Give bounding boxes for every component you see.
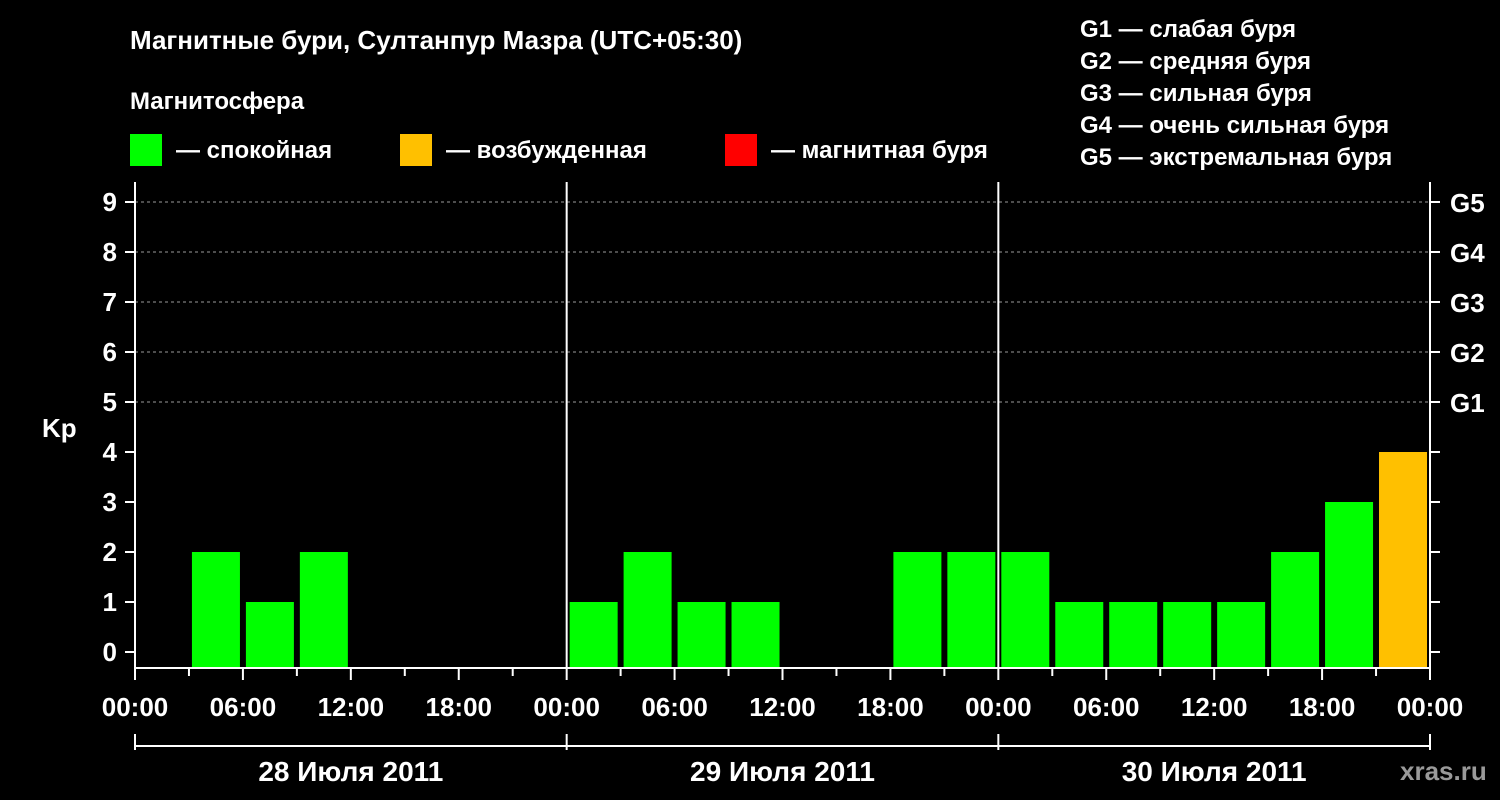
y-axis-label: Kp [42,413,77,443]
x-tick-label-12: 00:00 [1397,692,1464,722]
bar-19 [1163,602,1212,668]
legend-label-active: — возбужденная [446,137,647,164]
y-tick-label-8: 8 [103,237,117,267]
legend-swatch-quiet [130,134,162,166]
day-label-2: 30 Июля 2011 [1122,756,1307,787]
g-label-G2: G2 [1450,338,1485,368]
grid [135,201,1430,403]
x-tick-label-0: 00:00 [102,692,169,722]
y-tick-label-7: 7 [103,287,117,317]
x-tick-label-3: 18:00 [426,692,493,722]
day-labels: 28 Июля 2011 29 Июля 2011 30 Июля 2011 [134,734,1431,787]
x-tick-label-11: 18:00 [1289,692,1356,722]
watermark: xras.ru [1400,756,1487,786]
bar-8 [569,602,618,668]
bar-10 [677,602,726,668]
storm-scale-g4: G4 — очень сильная буря [1080,112,1389,139]
legend-swatch-active [400,134,432,166]
x-tick-label-7: 18:00 [857,692,924,722]
legend-quiet: — спокойная [130,134,332,166]
bar-3 [299,552,348,668]
x-tick-label-10: 12:00 [1181,692,1248,722]
storm-scale-g5: G5 — экстремальная буря [1080,144,1392,171]
y-tick-label-1: 1 [103,587,117,617]
g-label-G4: G4 [1450,238,1485,268]
bar-11 [731,602,780,668]
bar-14 [893,552,942,668]
bar-17 [1055,602,1104,668]
y-tick-label-4: 4 [103,437,118,467]
bar-1 [191,552,240,668]
legend-label-storm: — магнитная буря [771,137,988,164]
legend-active: — возбужденная [400,134,647,166]
chart-title: Магнитные бури, Султанпур Мазра (UTC+05:… [130,25,742,55]
storm-scale-g2: G2 — средняя буря [1080,48,1311,75]
bar-16 [1001,552,1050,668]
g-label-G5: G5 [1450,188,1485,218]
bar-21 [1271,552,1320,668]
legend-storm: — магнитная буря [725,134,988,166]
x-tick-label-9: 06:00 [1073,692,1140,722]
legend-title: Магнитосфера [130,88,305,115]
bar-20 [1217,602,1266,668]
y-tick-label-3: 3 [103,487,117,517]
x-tick-labels: 00:00 06:00 12:00 18:00 00:00 06:00 12:00 18:00… [102,668,1464,722]
x-tick-label-8: 00:00 [965,692,1032,722]
bars [191,452,1428,668]
y-tick-label-0: 0 [103,637,117,667]
y-tick-label-5: 5 [103,387,117,417]
day-label-0: 28 Июля 2011 [258,756,443,787]
g-label-G3: G3 [1450,288,1485,318]
y-tick-label-6: 6 [103,337,117,367]
g-scale-tick-labels: G1 G2 G3 G4 G5 [1430,188,1485,653]
day-label-1: 29 Июля 2011 [690,756,875,787]
storm-scale-g3: G3 — сильная буря [1080,80,1312,107]
storm-scale-g1: G1 — слабая буря [1080,16,1296,43]
bar-23 [1379,452,1428,668]
legend-swatch-storm [725,134,757,166]
x-tick-label-6: 12:00 [749,692,816,722]
bar-18 [1109,602,1158,668]
x-tick-label-1: 06:00 [210,692,277,722]
x-tick-label-5: 06:00 [641,692,708,722]
bar-2 [245,602,294,668]
y-tick-label-2: 2 [103,537,117,567]
y-tick-labels: 0 1 2 3 4 5 6 7 8 9 [103,187,135,667]
bar-15 [947,552,996,668]
kp-chart: Магнитные бури, Султанпур Мазра (UTC+05:… [42,16,1487,787]
x-tick-label-4: 00:00 [533,692,600,722]
g-label-G1: G1 [1450,388,1485,418]
storm-scale-list: G1 — слабая буря G2 — средняя буря G3 — … [1080,16,1392,171]
legend-label-quiet: — спокойная [176,137,332,164]
y-tick-label-9: 9 [103,187,117,217]
bar-22 [1325,502,1374,668]
x-tick-label-2: 12:00 [318,692,385,722]
bar-9 [623,552,672,668]
